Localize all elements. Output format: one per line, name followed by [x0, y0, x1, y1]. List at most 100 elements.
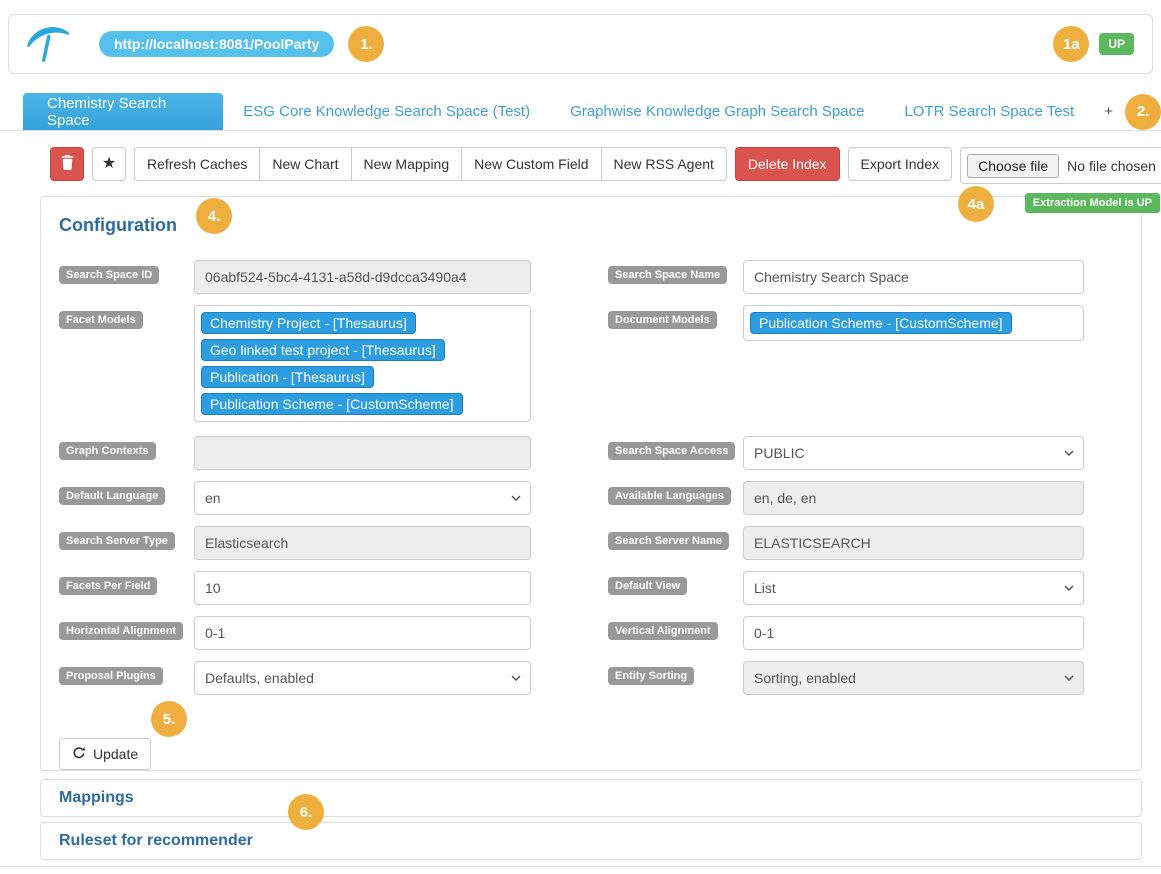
default-language-select[interactable]: en — [194, 481, 531, 515]
label-cell: Search Space Access — [608, 436, 743, 460]
delete-index-button[interactable]: Delete Index — [735, 147, 840, 181]
form-row: Default Language en Available Languages — [59, 481, 1123, 515]
label-cell: Graph Contexts — [59, 436, 194, 460]
label-cell: Search Server Type — [59, 526, 194, 550]
choose-file-button[interactable]: Choose file — [967, 154, 1059, 178]
field-facets-per-field: Facets Per Field — [59, 571, 531, 605]
horizontal-alignment-input[interactable] — [194, 616, 531, 650]
label-cell: Search Server Name — [608, 526, 743, 550]
field-facet-models: Facet Models Chemistry Project - [Thesau… — [59, 305, 531, 422]
field-proposal-plugins: Proposal Plugins Defaults, enabled — [59, 661, 531, 695]
default-language-label: Default Language — [59, 487, 165, 505]
new-rss-agent-button[interactable]: New RSS Agent — [601, 147, 727, 181]
entity-sorting-label: Entity Sorting — [608, 667, 694, 685]
field-search-server-name: Search Server Name — [608, 526, 1084, 560]
field-default-view: Default View List — [608, 571, 1084, 605]
search-space-name-input[interactable] — [743, 260, 1084, 294]
label-cell: Document Models — [608, 305, 743, 329]
select-wrap: PUBLIC — [743, 436, 1084, 470]
proposal-plugins-label: Proposal Plugins — [59, 667, 163, 685]
document-model-chip[interactable]: Publication Scheme - [CustomScheme] — [750, 312, 1012, 334]
favorite-button[interactable]: ★ — [92, 147, 126, 181]
field-document-models: Document Models Publication Scheme - [Cu… — [608, 305, 1084, 422]
search-space-tabs: Chemistry Search Space ESG Core Knowledg… — [0, 93, 1161, 131]
form-row: Graph Contexts Search Space Access PUBLI… — [59, 436, 1123, 470]
search-space-access-label: Search Space Access — [608, 442, 735, 460]
delete-search-space-button[interactable] — [50, 147, 84, 181]
new-mapping-button[interactable]: New Mapping — [351, 147, 463, 181]
facets-per-field-label: Facets Per Field — [59, 577, 157, 595]
ruleset-title: Ruleset for recommender — [59, 832, 253, 850]
annotation-4: 4. — [196, 198, 232, 234]
label-cell: Facets Per Field — [59, 571, 194, 595]
horizontal-alignment-label: Horizontal Alignment — [59, 622, 183, 640]
select-wrap: en — [194, 481, 531, 515]
label-cell: Default View — [608, 571, 743, 595]
form-row: Search Space ID Search Space Name — [59, 260, 1123, 294]
form-row: Search Server Type Search Server Name — [59, 526, 1123, 560]
field-available-languages: Available Languages — [608, 481, 1084, 515]
new-custom-field-button[interactable]: New Custom Field — [461, 147, 601, 181]
default-view-select[interactable]: List — [743, 571, 1084, 605]
document-models-label: Document Models — [608, 311, 717, 329]
annotation-5: 5. — [151, 701, 187, 737]
annotation-1: 1. — [348, 26, 384, 62]
tab-graphwise-knowledge-graph[interactable]: Graphwise Knowledge Graph Search Space — [550, 103, 884, 120]
select-wrap: Sorting, enabled — [743, 661, 1084, 695]
refresh-caches-button[interactable]: Refresh Caches — [134, 147, 260, 181]
tab-chemistry-search-space[interactable]: Chemistry Search Space — [23, 93, 223, 130]
vertical-alignment-label: Vertical Alignment — [608, 622, 718, 640]
update-button[interactable]: Update — [59, 738, 151, 770]
select-wrap: List — [743, 571, 1084, 605]
poolparty-umbrella-logo — [25, 22, 71, 66]
tab-esg-core-knowledge[interactable]: ESG Core Knowledge Search Space (Test) — [223, 103, 550, 120]
form-row: Horizontal Alignment Vertical Alignment — [59, 616, 1123, 650]
form-row: Proposal Plugins Defaults, enabled Entit… — [59, 661, 1123, 695]
label-cell: Default Language — [59, 481, 194, 505]
update-button-label: Update — [93, 746, 138, 762]
facet-model-chip[interactable]: Geo linked test project - [Thesaurus] — [201, 339, 445, 361]
refresh-icon — [72, 746, 86, 763]
graph-contexts-label: Graph Contexts — [59, 442, 156, 460]
available-languages-label: Available Languages — [608, 487, 731, 505]
default-view-label: Default View — [608, 577, 687, 595]
field-search-space-name: Search Space Name — [608, 260, 1084, 294]
label-cell: Available Languages — [608, 481, 743, 505]
file-chosen-text: No file chosen — [1067, 158, 1156, 174]
ruleset-panel-header[interactable]: Ruleset for recommender — [40, 822, 1142, 860]
select-wrap: Defaults, enabled — [194, 661, 531, 695]
actions-button-group: Refresh Caches New Chart New Mapping New… — [134, 147, 727, 181]
search-space-access-select[interactable]: PUBLIC — [743, 436, 1084, 470]
label-cell: Horizontal Alignment — [59, 616, 194, 640]
field-search-space-id: Search Space ID — [59, 260, 531, 294]
document-models-list[interactable]: Publication Scheme - [CustomScheme] — [743, 305, 1084, 341]
import-index-file-input[interactable]: Choose file No file chosen — [960, 147, 1161, 184]
field-default-language: Default Language en — [59, 481, 531, 515]
vertical-alignment-input[interactable] — [743, 616, 1084, 650]
export-index-button[interactable]: Export Index — [848, 147, 953, 181]
facets-per-field-input[interactable] — [194, 571, 531, 605]
search-server-name-input — [743, 526, 1084, 560]
facet-model-chip[interactable]: Chemistry Project - [Thesaurus] — [201, 312, 416, 334]
annotation-6: 6. — [288, 794, 324, 830]
server-url-badge[interactable]: http://localhost:8081/PoolParty — [99, 31, 334, 57]
annotation-4a: 4a — [958, 186, 994, 222]
mappings-panel-header[interactable]: Mappings — [40, 779, 1142, 817]
label-cell: Search Space ID — [59, 260, 194, 284]
new-chart-button[interactable]: New Chart — [259, 147, 351, 181]
proposal-plugins-select[interactable]: Defaults, enabled — [194, 661, 531, 695]
available-languages-input — [743, 481, 1084, 515]
facet-model-chip[interactable]: Publication - [Thesaurus] — [201, 366, 374, 388]
facet-models-list[interactable]: Chemistry Project - [Thesaurus] Geo link… — [194, 305, 531, 422]
form-row: Facet Models Chemistry Project - [Thesau… — [59, 305, 1123, 422]
add-search-space-button[interactable]: + — [1104, 103, 1113, 120]
configuration-form: Search Space ID Search Space Name Facet … — [59, 260, 1123, 770]
graph-contexts-input — [194, 436, 531, 470]
tab-lotr-search-space-test[interactable]: LOTR Search Space Test — [884, 103, 1094, 120]
search-server-type-label: Search Server Type — [59, 532, 175, 550]
search-space-name-label: Search Space Name — [608, 266, 727, 284]
extraction-model-status-badge: Extraction Model is UP — [1025, 193, 1160, 213]
facet-model-chip[interactable]: Publication Scheme - [CustomScheme] — [201, 393, 463, 415]
server-status-badge: UP — [1099, 33, 1134, 55]
star-icon: ★ — [102, 156, 116, 172]
